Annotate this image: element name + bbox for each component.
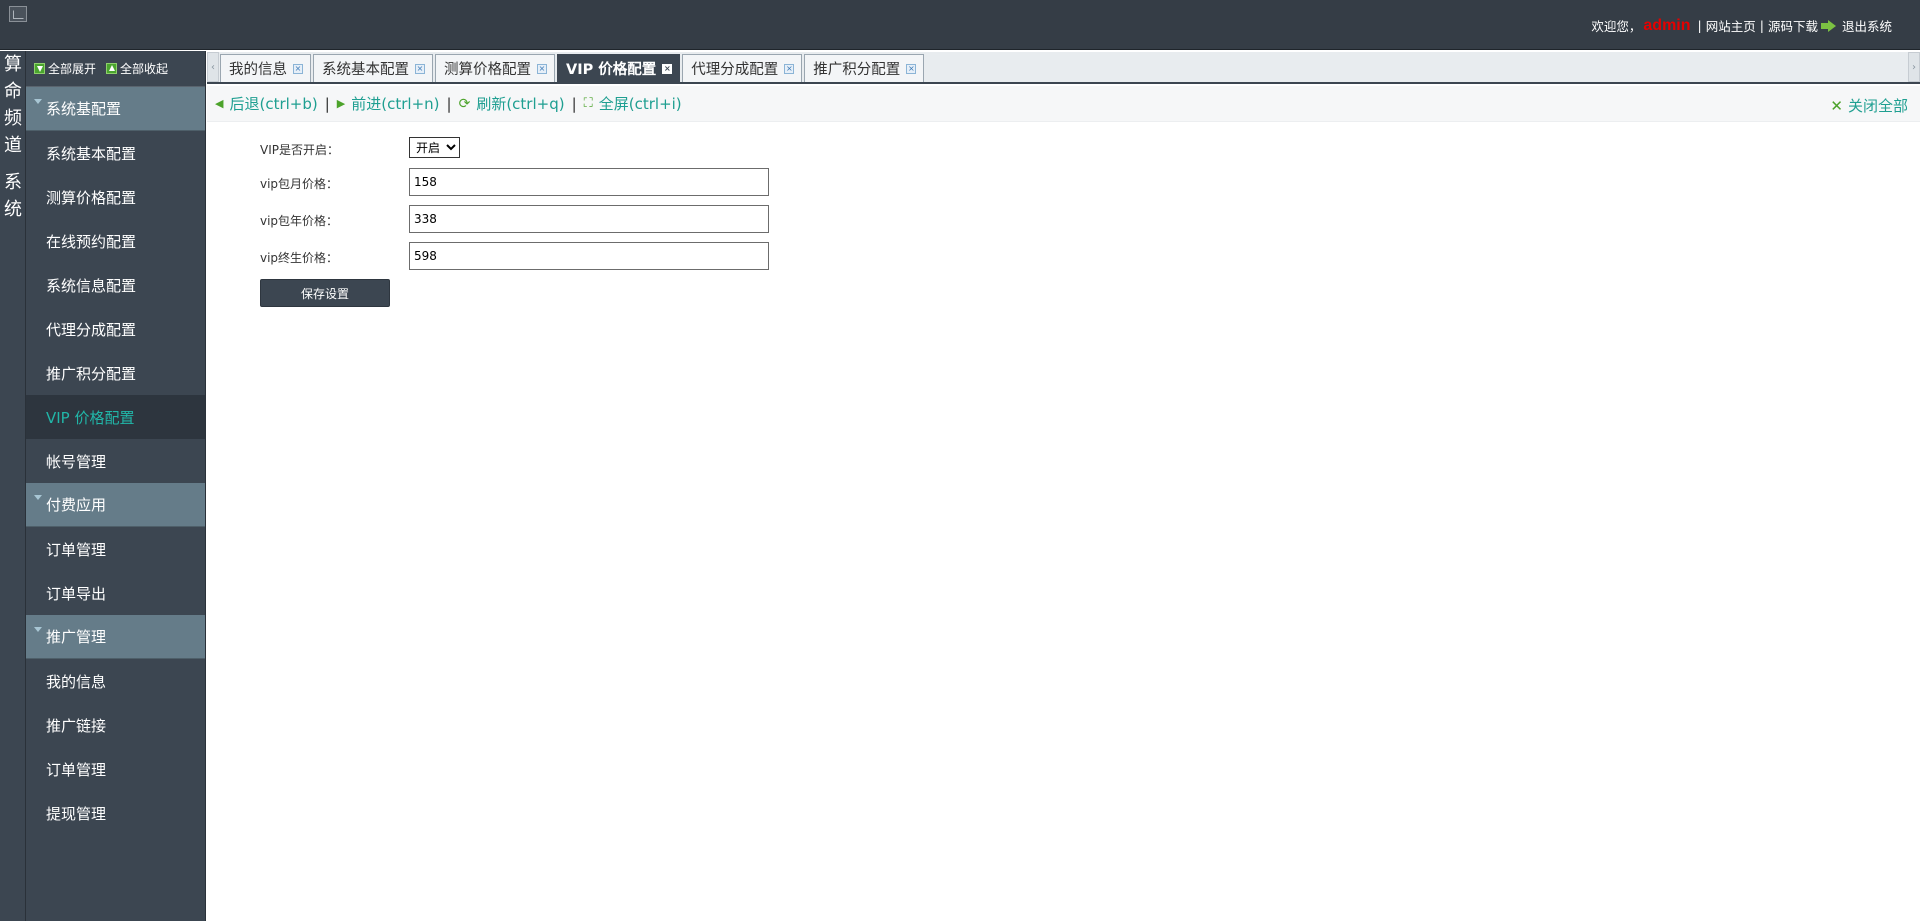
expand-all-button[interactable]: 全部展开 — [34, 60, 96, 77]
nav-toolbar: ◀ 后退(ctrl+b) | ▶ 前进(ctrl+n) | ⟳ 刷新(ctrl+… — [207, 86, 1920, 122]
sidebar-item-account[interactable]: 帐号管理 — [26, 439, 205, 483]
caret-down-icon — [34, 627, 42, 632]
yearly-price-label: vip包年价格： — [260, 214, 339, 228]
forward-button[interactable]: ▶ 前进(ctrl+n) — [337, 93, 440, 114]
logout-link[interactable]: 退出系统 — [1842, 16, 1892, 35]
vip-enabled-select[interactable]: 开启 — [409, 137, 460, 158]
tab-agent-share[interactable]: 代理分成配置 × — [682, 54, 803, 82]
channel-system[interactable]: 系统 — [0, 169, 26, 223]
arrow-right-icon: ▶ — [336, 97, 346, 110]
collapse-all-button[interactable]: 全部收起 — [106, 60, 168, 77]
user-bar: 欢迎您， admin | 网站主页 | 源码下载 退出系统 — [1591, 16, 1892, 35]
refresh-icon: ⟳ — [458, 95, 471, 112]
sidebar-item-promo-link[interactable]: 推广链接 — [26, 703, 205, 747]
sidebar-item-orders[interactable]: 订单管理 — [26, 527, 205, 571]
tab-scroll-left-icon[interactable]: ‹ — [207, 52, 219, 82]
vip-enabled-label: VIP是否开启： — [260, 143, 339, 157]
fullscreen-button[interactable]: ⛶ 全屏(ctrl+i) — [584, 93, 682, 114]
close-icon[interactable]: × — [662, 63, 673, 74]
close-icon[interactable]: × — [293, 63, 303, 74]
sidebar-item-system-info[interactable]: 系统信息配置 — [26, 263, 205, 307]
vip-enabled-row: VIP是否开启： 开启 — [260, 137, 860, 167]
sidebar-item-agent-share[interactable]: 代理分成配置 — [26, 307, 205, 351]
sidebar-item-promo-points[interactable]: 推广积分配置 — [26, 351, 205, 395]
site-home-link[interactable]: 网站主页 — [1706, 16, 1756, 35]
tab-scroll-right-icon[interactable]: › — [1908, 52, 1920, 82]
save-settings-button[interactable]: 保存设置 — [260, 279, 390, 307]
sidebar-group-system-config[interactable]: 系统基配置 — [26, 87, 205, 131]
fullscreen-icon: ⛶ — [583, 96, 593, 111]
source-download-link[interactable]: 源码下载 — [1768, 16, 1818, 35]
sidebar-item-order-export[interactable]: 订单导出 — [26, 571, 205, 615]
sidebar-expand-controls: 全部展开 全部收起 — [26, 51, 205, 87]
tab-vip-price[interactable]: VIP 价格配置 × — [557, 54, 681, 82]
sidebar-item-booking-config[interactable]: 在线预约配置 — [26, 219, 205, 263]
sidebar-item-price-config[interactable]: 测算价格配置 — [26, 175, 205, 219]
refresh-button[interactable]: ⟳ 刷新(ctrl+q) — [459, 93, 565, 114]
tab-list: 我的信息 × 系统基本配置 × 测算价格配置 × VIP 价格配置 × 代理分成配置 × … — [220, 54, 926, 82]
sidebar-group-paid-apps[interactable]: 付费应用 — [26, 483, 205, 527]
monthly-price-label: vip包月价格： — [260, 177, 339, 191]
tab-bar: ‹ 我的信息 × 系统基本配置 × 测算价格配置 × VIP 价格配置 × 代理分成配置… — [207, 52, 1920, 84]
username: admin — [1643, 16, 1691, 34]
sidebar-item-vip-price[interactable]: VIP 价格配置 — [26, 395, 205, 439]
lifetime-price-label: vip终生价格： — [260, 251, 339, 265]
yearly-price-row: vip包年价格： — [260, 205, 860, 235]
channel-strip: 算命频道 系统 — [0, 51, 26, 921]
welcome-text: 欢迎您， — [1591, 19, 1642, 34]
tab-system-basic[interactable]: 系统基本配置 × — [313, 54, 433, 82]
monthly-price-row: vip包月价格： — [260, 168, 860, 198]
sidebar: 全部展开 全部收起 系统基配置 系统基本配置 测算价格配置 在线预约配置 系统信… — [26, 51, 206, 921]
collapse-icon — [106, 63, 118, 74]
close-icon[interactable]: × — [415, 63, 425, 74]
top-header: 欢迎您， admin | 网站主页 | 源码下载 退出系统 — [0, 0, 1920, 50]
caret-down-icon — [34, 495, 42, 500]
tab-price-config[interactable]: 测算价格配置 × — [435, 54, 555, 82]
sidebar-item-promo-orders[interactable]: 订单管理 — [26, 747, 205, 791]
sidebar-item-withdraw[interactable]: 提现管理 — [26, 791, 205, 835]
caret-down-icon — [34, 99, 42, 104]
close-x-icon: ✕ — [1830, 96, 1843, 115]
sidebar-item-system-basic[interactable]: 系统基本配置 — [26, 131, 205, 175]
monthly-price-input[interactable] — [409, 168, 769, 196]
arrow-left-icon: ◀ — [215, 97, 224, 110]
close-icon[interactable]: × — [906, 63, 917, 74]
sidebar-group-promotion[interactable]: 推广管理 — [26, 615, 205, 659]
lifetime-price-input[interactable] — [409, 242, 769, 270]
channel-suanming[interactable]: 算命频道 — [0, 51, 26, 159]
yearly-price-input[interactable] — [409, 205, 769, 233]
broken-logo-image-icon — [9, 6, 27, 22]
expand-icon — [34, 63, 45, 74]
sidebar-item-my-info[interactable]: 我的信息 — [26, 659, 205, 703]
lifetime-price-row: vip终生价格： — [260, 242, 860, 272]
close-icon[interactable]: × — [537, 63, 547, 74]
logout-arrow-icon — [1820, 19, 1836, 32]
tab-my-info[interactable]: 我的信息 × — [220, 54, 311, 82]
close-all-button[interactable]: ✕ 关闭全部 — [1830, 95, 1908, 116]
tab-promo-points[interactable]: 推广积分配置 × — [804, 54, 925, 82]
close-icon[interactable]: × — [784, 63, 795, 74]
back-button[interactable]: ◀ 后退(ctrl+b) — [215, 93, 318, 114]
